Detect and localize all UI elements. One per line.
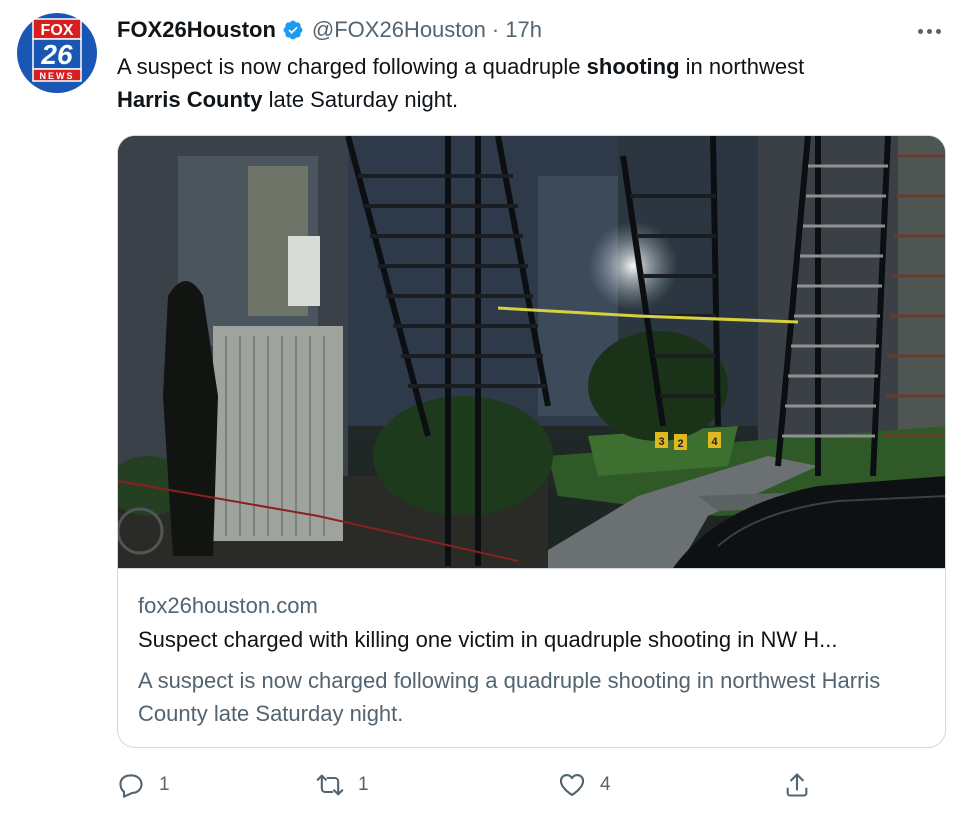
evidence-marker: 4 [708,432,721,448]
like-count: 4 [600,774,611,795]
author-handle[interactable]: @FOX26Houston [312,17,486,43]
reply-count: 1 [159,774,170,795]
share-icon [786,773,808,797]
retweet-icon [316,774,344,796]
tweet-text: A suspect is now charged following a qua… [117,50,917,116]
card-body: fox26houston.com Suspect charged with ki… [118,568,945,747]
evidence-marker: 2 [674,434,687,450]
tweet-text-part: A suspect is now charged following a qua… [117,54,587,79]
tweet-text-bold: Harris County [117,87,263,112]
separator-dot: · [491,17,500,42]
tweet-text-bold: shooting [586,54,680,79]
verified-badge-icon [283,20,303,40]
svg-text:4: 4 [711,436,718,448]
svg-text:26: 26 [40,39,73,70]
more-options-icon[interactable] [914,22,944,40]
avatar[interactable]: FOX 26 NEWS [17,13,97,93]
tweet-text-part: late Saturday night. [262,87,459,112]
reply-button[interactable]: 1 [117,765,170,805]
heart-icon [559,774,585,796]
svg-text:3: 3 [658,436,664,448]
like-button[interactable]: 4 [558,765,611,805]
card-domain: fox26houston.com [138,593,318,618]
link-preview-card[interactable]: 3 2 4 fox26houston.com Suspect charged w… [117,135,946,748]
fox26-logo-icon: FOX 26 NEWS [32,18,82,82]
retweet-count: 1 [358,774,369,795]
tweet-timestamp[interactable]: 17h [505,17,542,43]
tweet-header: FOX26Houston @FOX26Houston · 17h [117,14,930,46]
card-description: A suspect is now charged following a qua… [138,668,881,726]
share-button[interactable] [783,765,811,805]
svg-text:2: 2 [677,438,683,450]
card-image[interactable]: 3 2 4 [118,136,945,568]
svg-text:NEWS: NEWS [40,71,75,81]
reply-icon [119,774,143,798]
evidence-marker: 3 [655,432,668,448]
retweet-button[interactable]: 1 [316,765,369,805]
svg-text:FOX: FOX [41,22,74,39]
tweet-text-part: in northwest [679,54,805,79]
card-title: Suspect charged with killing one victim … [138,627,838,652]
apartment-scene-image: 3 2 4 [118,136,945,568]
tweet-actions: 1 1 4 [117,765,946,805]
author-display-name[interactable]: FOX26Houston [117,17,276,43]
